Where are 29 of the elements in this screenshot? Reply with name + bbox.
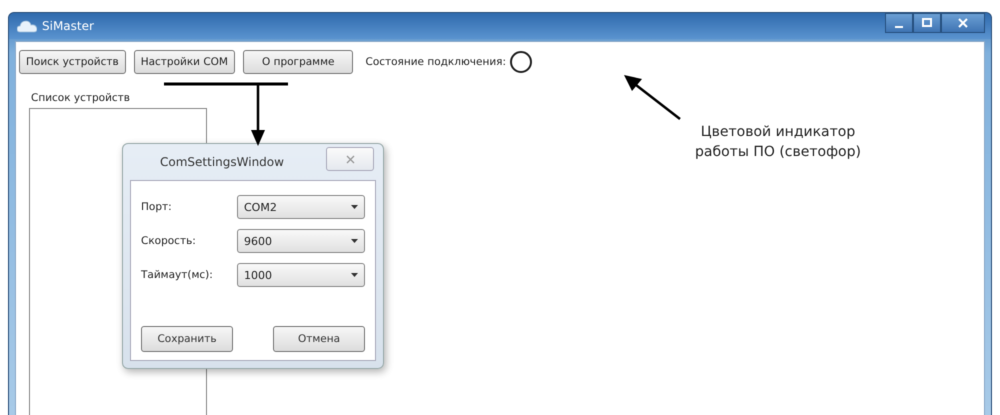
- connection-status-label: Состояние подключения:: [365, 56, 506, 68]
- cloud-icon: [17, 19, 37, 33]
- status-indicator: [510, 51, 532, 73]
- toolbar-button[interactable]: О программе: [243, 50, 354, 74]
- dialog-title: ComSettingsWindow: [160, 155, 284, 169]
- annotation-text: Цветовой индикатор работы ПО (светофор): [694, 123, 862, 162]
- field-label: Таймаут(мс):: [141, 269, 214, 281]
- field-label: Скорость:: [141, 235, 197, 247]
- toolbar-button[interactable]: Поиск устройств: [19, 50, 126, 74]
- dropdown-field[interactable]: 9600: [237, 229, 365, 253]
- maximize-button[interactable]: [913, 13, 941, 33]
- close-button[interactable]: [941, 13, 985, 33]
- minimize-button[interactable]: [885, 13, 913, 33]
- dialog-button[interactable]: Отмена: [273, 326, 365, 352]
- arrow-drawing: [622, 73, 682, 121]
- device-list-label: Список устройств: [31, 92, 131, 104]
- caret-icon: [351, 273, 358, 277]
- dropdown-field[interactable]: 1000: [237, 263, 365, 287]
- dropdown-field[interactable]: COM2: [237, 195, 365, 219]
- toolbar-button[interactable]: Настройки COM: [134, 50, 235, 74]
- close-icon: [346, 154, 354, 164]
- close-icon: [958, 18, 968, 28]
- caret-icon: [351, 205, 358, 209]
- caret-icon: [351, 239, 358, 243]
- dialog-button[interactable]: Сохранить: [141, 326, 233, 352]
- field-label: Порт:: [141, 201, 173, 213]
- window-title: SiMaster: [42, 19, 95, 33]
- minimize-icon: [895, 26, 903, 28]
- maximize-icon: [922, 18, 932, 28]
